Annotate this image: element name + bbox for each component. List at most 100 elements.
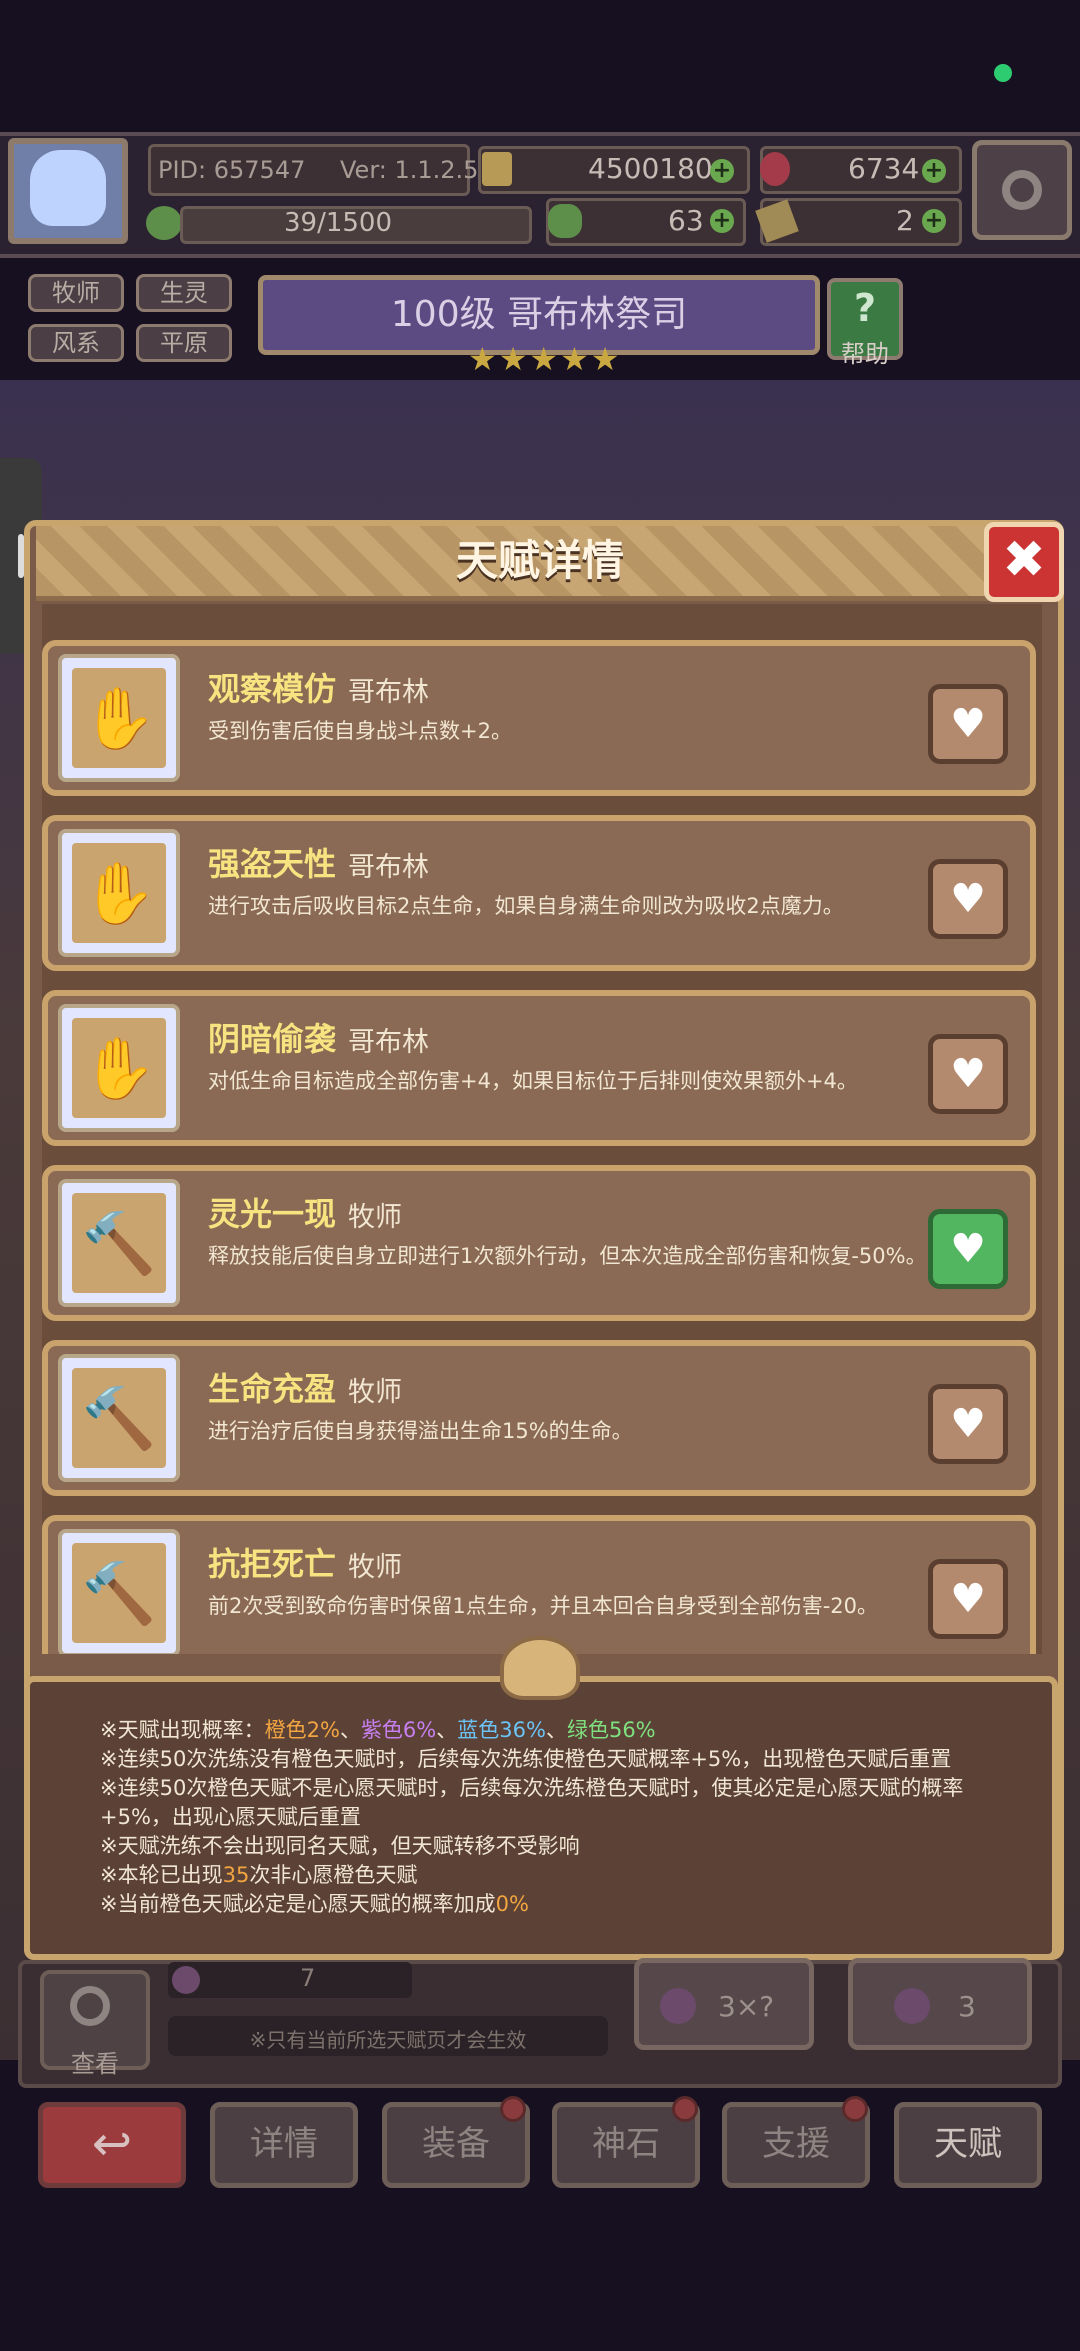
notification-dot-icon: [672, 2096, 698, 2122]
talent-card[interactable]: 🔨 生命充盈 牧师 进行治疗后使自身获得溢出生命15%的生命。 ♥: [42, 1340, 1036, 1496]
talent-tag: 牧师: [348, 1552, 402, 1583]
probability-info-panel: ※天赋出现概率：橙色2%、紫色6%、蓝色36%、绿色56% ※连续50次洗练没有…: [24, 1676, 1058, 1960]
modal-title: 天赋详情: [455, 536, 624, 585]
close-button[interactable]: ✖: [984, 522, 1064, 602]
bonus-value: 0%: [495, 1892, 529, 1916]
bonus-line: ※当前橙色天赋必定是心愿天赋的概率加成0%: [100, 1890, 529, 1918]
talent-icon-frame: ✋: [58, 654, 180, 782]
separator: 、: [545, 1718, 567, 1742]
hand-icon: ✋: [72, 843, 166, 943]
count-value: 35: [222, 1863, 250, 1887]
material-count-bar: [168, 1962, 412, 1998]
wish-heart-button[interactable]: ♥: [928, 1384, 1008, 1464]
notification-dot-icon: [500, 2096, 526, 2122]
count-line: ※本轮已出现35次非心愿橙色天赋: [100, 1861, 417, 1889]
green-rate: 绿色56%: [566, 1718, 656, 1742]
clover-icon: [548, 204, 582, 238]
talent-name: 灵光一现: [208, 1195, 337, 1233]
terrain-tag: 平原: [136, 324, 232, 362]
status-indicator-dot: [994, 64, 1012, 82]
talent-tag: 哥布林: [348, 1027, 429, 1058]
notification-dot-icon: [842, 2096, 868, 2122]
talent-name: 观察模仿: [208, 670, 337, 708]
hand-icon: ✋: [72, 1018, 166, 1118]
element-tag: 风系: [28, 324, 124, 362]
wash-cost: 3: [958, 1990, 976, 2023]
panel-medal-icon: [500, 1636, 580, 1700]
wish-heart-button[interactable]: ♥: [928, 1034, 1008, 1114]
talent-tag: 牧师: [348, 1377, 402, 1408]
rule-line: ※连续50次洗练没有橙色天赋时，后续每次洗练使橙色天赋概率+5%，出现橙色天赋后…: [100, 1747, 952, 1771]
help-icon: ?: [853, 286, 877, 330]
talent-description: 进行攻击后吸收目标2点生命，如果自身满生命则改为吸收2点魔力。: [208, 894, 844, 918]
player-id: PID: 657547: [158, 156, 306, 184]
talent-card[interactable]: ✋ 观察模仿 哥布林 受到伤害后使自身战斗点数+2。 ♥: [42, 640, 1036, 796]
auto-wash-cost: 3×?: [718, 1990, 775, 2023]
add-clover-icon[interactable]: +: [710, 209, 734, 233]
talent-description: 释放技能后使自身立即进行1次额外行动，但本次造成全部伤害和恢复-50%。: [208, 1244, 927, 1268]
hammer-icon: 🔨: [72, 1543, 166, 1643]
talent-card[interactable]: ✋ 阴暗偷袭 哥布林 对低生命目标造成全部伤害+4，如果目标位于后排则使效果额外…: [42, 990, 1036, 1146]
bag-icon: [660, 1988, 696, 2024]
rule-line: +5%，出现心愿天赋后重置: [100, 1805, 361, 1829]
talent-description: 受到伤害后使自身战斗点数+2。: [208, 719, 512, 743]
avatar-face-icon: [30, 150, 106, 226]
item-amount: 2: [896, 204, 914, 237]
view-label: 查看: [71, 2050, 119, 2078]
probability-line: ※天赋出现概率：橙色2%、紫色6%、蓝色36%、绿色56%: [100, 1716, 656, 1744]
magnifier-icon: [70, 1986, 110, 2026]
separator: 、: [436, 1718, 458, 1742]
gold-amount: 4500180: [588, 152, 713, 185]
purple-rate: 紫色6%: [360, 1718, 437, 1742]
help-label: 帮助: [841, 340, 889, 368]
gold-coin-icon: [482, 152, 512, 186]
wish-heart-button[interactable]: ♥: [928, 684, 1008, 764]
add-gem-icon[interactable]: +: [922, 159, 946, 183]
talent-card[interactable]: 🔨 灵光一现 牧师 释放技能后使自身立即进行1次额外行动，但本次造成全部伤害和恢…: [42, 1165, 1036, 1321]
class-tag: 牧师: [28, 274, 124, 312]
talent-list[interactable]: ✋ 观察模仿 哥布林 受到伤害后使自身战斗点数+2。 ♥ ✋ 强盗天性 哥布林 …: [42, 604, 1042, 1654]
material-count: 7: [300, 1964, 316, 1992]
wish-heart-button[interactable]: ♥: [928, 859, 1008, 939]
hammer-icon: 🔨: [72, 1368, 166, 1468]
wish-heart-button[interactable]: ♥: [928, 1559, 1008, 1639]
talent-icon-frame: ✋: [58, 1004, 180, 1132]
talent-tag: 哥布林: [348, 852, 429, 883]
game-version: Ver: 1.1.2.5: [340, 156, 479, 184]
rule-line: ※天赋洗练不会出现同名天赋，但天赋转移不受影响: [100, 1834, 580, 1858]
wash-button[interactable]: [848, 1958, 1032, 2050]
wish-heart-button-active[interactable]: ♥: [928, 1209, 1008, 1289]
talent-description: 进行治疗后使自身获得溢出生命15%的生命。: [208, 1419, 633, 1443]
tip-text: ※只有当前所选天赋页才会生效: [249, 2028, 527, 2052]
talent-card[interactable]: 🔨 抗拒死亡 牧师 前2次受到致命伤害时保留1点生命，并且本回合自身受到全部伤害…: [42, 1515, 1036, 1654]
hammer-icon: 🔨: [72, 1193, 166, 1293]
talent-icon-frame: 🔨: [58, 1354, 180, 1482]
gem-amount: 6734: [848, 152, 920, 185]
talent-name: 抗拒死亡: [208, 1545, 337, 1583]
orange-rate: 橙色2%: [264, 1718, 340, 1742]
talent-description: 对低生命目标造成全部伤害+4，如果目标位于后排则使效果额外+4。: [208, 1069, 858, 1093]
add-gold-icon[interactable]: +: [710, 159, 734, 183]
material-bag-icon: [172, 1966, 200, 1994]
race-tag: 生灵: [136, 274, 232, 312]
count-label: ※本轮已出现: [100, 1863, 223, 1887]
back-button[interactable]: ↩: [38, 2102, 186, 2188]
add-item-icon[interactable]: +: [922, 209, 946, 233]
talent-description: 前2次受到致命伤害时保留1点生命，并且本回合自身受到全部伤害-20。: [208, 1594, 879, 1618]
gem-icon: [760, 152, 790, 186]
nav-details[interactable]: 详情: [210, 2102, 358, 2188]
talent-icon-frame: 🔨: [58, 1179, 180, 1307]
talent-icon-frame: ✋: [58, 829, 180, 957]
talent-icon-frame: 🔨: [58, 1529, 180, 1654]
exp-progress: 39/1500: [284, 208, 393, 238]
bonus-label: ※当前橙色天赋必定是心愿天赋的概率加成: [100, 1892, 496, 1916]
talent-name: 生命充盈: [208, 1370, 337, 1408]
talent-name: 阴暗偷袭: [208, 1020, 337, 1058]
talent-name: 强盗天性: [208, 845, 337, 883]
probability-label: ※天赋出现概率：: [100, 1718, 265, 1742]
blue-rate: 蓝色36%: [457, 1718, 546, 1742]
talent-tag: 哥布林: [348, 677, 429, 708]
talent-card[interactable]: ✋ 强盗天性 哥布林 进行攻击后吸收目标2点生命，如果自身满生命则改为吸收2点魔…: [42, 815, 1036, 971]
separator: 、: [339, 1718, 361, 1742]
nav-talent[interactable]: 天赋: [894, 2102, 1042, 2188]
